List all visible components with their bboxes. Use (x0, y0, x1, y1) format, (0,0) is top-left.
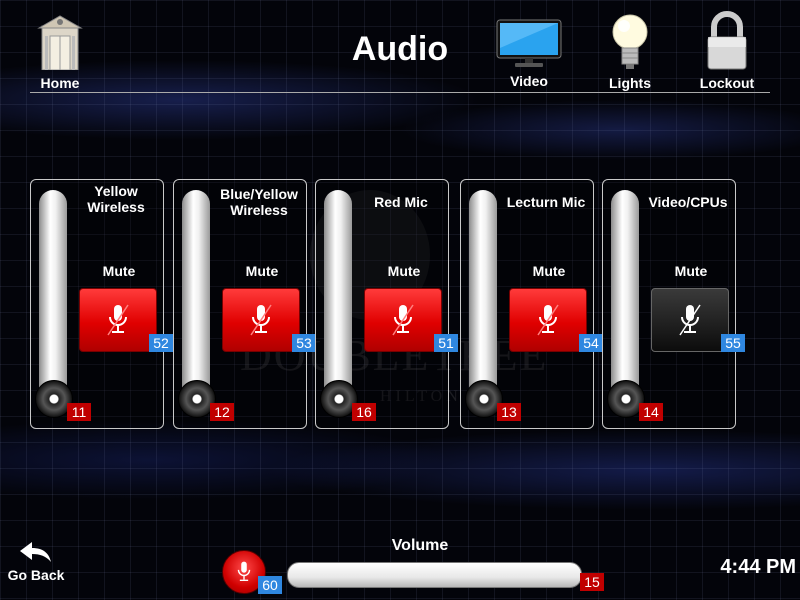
fader-id-badge: 12 (210, 403, 234, 421)
mic-muted-icon (679, 304, 701, 336)
mute-id-badge: 54 (579, 334, 603, 352)
channel-name: Yellow Wireless (87, 183, 145, 215)
mute-label: Mute (102, 263, 136, 279)
channel-name: Lecturn Mic (506, 194, 586, 210)
fader-track[interactable] (324, 190, 352, 408)
fader-id-badge: 16 (352, 403, 376, 421)
mic-muted-icon (392, 304, 414, 336)
monitor-icon (496, 19, 562, 67)
volume-slider[interactable] (287, 562, 582, 588)
padlock-icon (707, 11, 747, 70)
mute-id-badge: 52 (149, 334, 173, 352)
fader-id-badge: 14 (639, 403, 663, 421)
mute-id-badge: 53 (292, 334, 316, 352)
lockout-button[interactable]: Lockout (695, 10, 759, 91)
channel-panel: Lecturn Mic Mute 54 13 (460, 179, 603, 429)
channel-panel: Video/CPUs Mute 55 14 (602, 179, 745, 429)
lights-label: Lights (609, 75, 651, 91)
channel-name: Video/CPUs (648, 194, 728, 210)
mute-button[interactable] (509, 288, 587, 352)
volume-label: Volume (391, 537, 449, 554)
mute-id-badge: 51 (434, 334, 458, 352)
mute-id-badge: 55 (721, 334, 745, 352)
video-button[interactable]: Video (494, 18, 564, 89)
channel-panel: Blue/Yellow Wireless Mute 53 12 (173, 179, 316, 429)
clock: 4:44 PM (720, 556, 796, 578)
back-arrow-icon (20, 542, 51, 562)
channel-name: Red Mic (374, 194, 428, 210)
fader-track[interactable] (182, 190, 210, 408)
mute-label: Mute (387, 263, 421, 279)
fader-id-badge: 13 (497, 403, 521, 421)
mute-label: Mute (532, 263, 566, 279)
fader-track[interactable] (39, 190, 67, 408)
channel-name: Blue/Yellow Wireless (220, 186, 298, 218)
home-button[interactable]: Home (30, 12, 90, 91)
home-icon (37, 15, 83, 71)
fader-track[interactable] (611, 190, 639, 408)
video-label: Video (510, 73, 548, 89)
mute-button[interactable] (79, 288, 157, 352)
mic-muted-icon (250, 304, 272, 336)
volume-mute-id-badge: 60 (258, 576, 282, 594)
mute-label: Mute (245, 263, 279, 279)
fader-track[interactable] (469, 190, 497, 408)
lights-button[interactable]: Lights (600, 12, 660, 91)
mute-label: Mute (674, 263, 708, 279)
fader-id-badge: 11 (67, 403, 91, 421)
go-back-button[interactable]: Go Back (4, 540, 68, 583)
channel-panel: Red Mic Mute 51 16 (315, 179, 458, 429)
go-back-label: Go Back (7, 567, 65, 583)
mute-button[interactable] (364, 288, 442, 352)
lightbulb-icon (612, 14, 648, 69)
home-label: Home (40, 75, 80, 91)
mute-button[interactable] (651, 288, 729, 352)
mute-button[interactable] (222, 288, 300, 352)
volume-bar-id-badge: 15 (580, 573, 604, 591)
mic-muted-icon (237, 561, 251, 581)
lockout-label: Lockout (699, 75, 755, 91)
mic-muted-icon (537, 304, 559, 336)
channel-panel: Yellow Wireless Mute 52 11 (30, 179, 173, 429)
page-title: Audio (351, 30, 449, 68)
header-divider (30, 92, 770, 93)
mic-muted-icon (107, 304, 129, 336)
